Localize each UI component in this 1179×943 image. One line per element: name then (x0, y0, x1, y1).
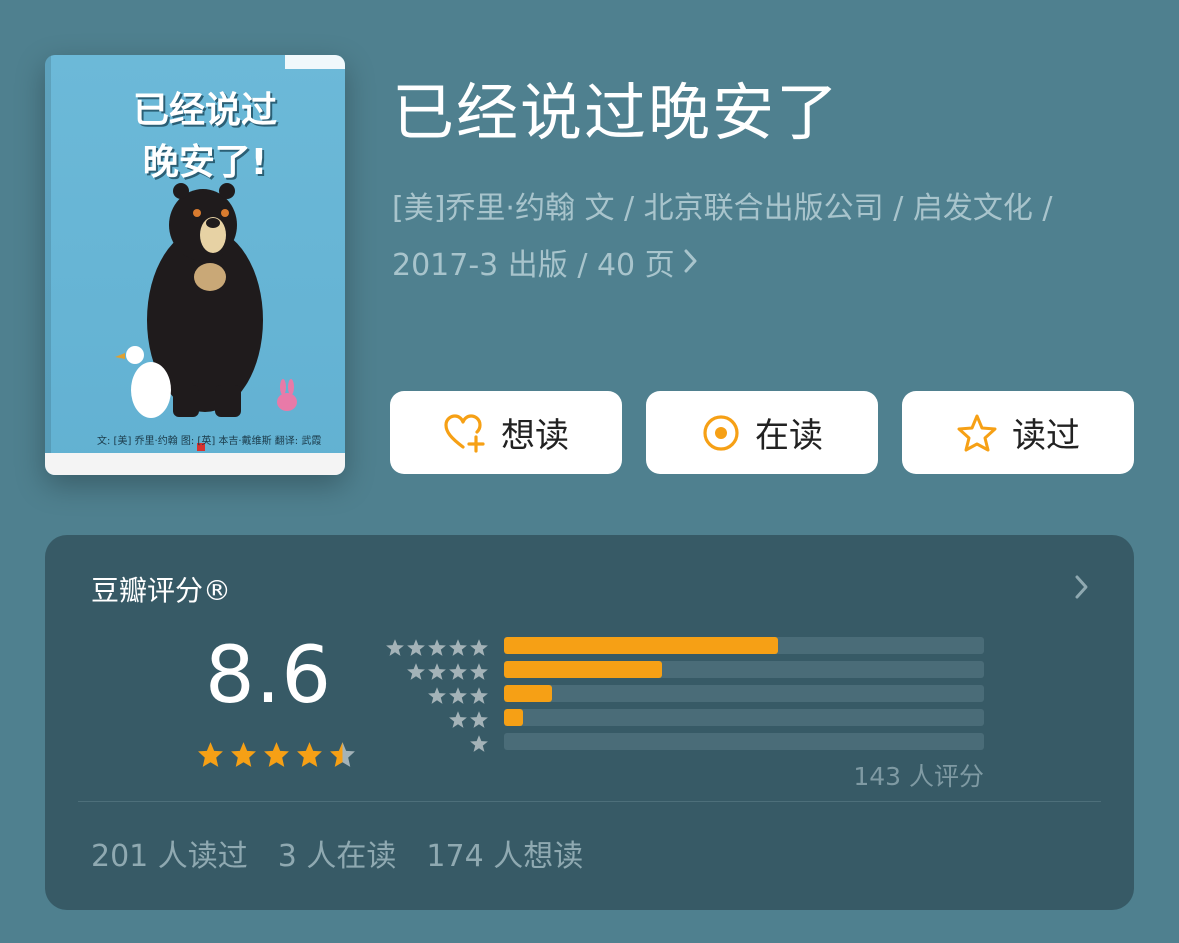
rating-stars (195, 740, 358, 773)
read-button[interactable]: 读过 (902, 391, 1134, 474)
target-circle-icon (701, 413, 741, 453)
star-icon (327, 740, 358, 773)
book-cover[interactable]: 已经说过 晚安了! 文: [美] 乔里·约翰 图: [英] 本吉·戴维斯 翻译:… (45, 55, 345, 475)
rating-score: 8.6 (205, 631, 333, 721)
star-levels (385, 635, 489, 755)
reading-label: 在读 (755, 416, 823, 456)
star-level-3 (385, 683, 489, 707)
want-to-read-button[interactable]: 想读 (390, 391, 622, 474)
reading-count[interactable]: 3 人在读 (278, 831, 397, 875)
rating-bar-fill (504, 661, 663, 678)
raters-count: 143 人评分 (853, 762, 984, 791)
rating-title: 豆瓣评分® (91, 574, 232, 607)
rating-bar-4-star (504, 661, 984, 678)
book-title: 已经说过晚安了 (392, 76, 841, 149)
reader-stats: 201 人读过 3 人在读 174 人想读 (91, 831, 583, 875)
read-count[interactable]: 201 人读过 (91, 831, 248, 875)
chevron-right-icon (683, 237, 699, 294)
star-level-1 (385, 731, 489, 755)
cover-bottom-edge (45, 453, 345, 475)
star-icon (228, 740, 259, 773)
want-count[interactable]: 174 人想读 (426, 831, 583, 875)
meta-line-2-text: 2017-3 出版 / 40 页 (392, 248, 675, 283)
rating-bar-fill (504, 685, 552, 702)
rating-bar-fill (504, 637, 778, 654)
rating-bar-3-star (504, 685, 984, 702)
rating-bar-2-star (504, 709, 984, 726)
star-icon (294, 740, 325, 773)
rating-bar-5-star (504, 637, 984, 654)
star-icon (195, 740, 226, 773)
bear-illustration (115, 183, 297, 451)
star-level-2 (385, 707, 489, 731)
star-level-4 (385, 659, 489, 683)
cover-credits: 文: [美] 乔里·约翰 图: [英] 本吉·戴维斯 翻译: 武霞 (97, 436, 322, 447)
rating-panel[interactable]: 豆瓣评分® 8.6 143 人评分 201 人读过 3 人在读 174 人想读 (45, 535, 1134, 910)
meta-line-1: [美]乔里·约翰 文 / 北京联合出版公司 / 启发文化 / (392, 191, 1053, 226)
chevron-right-icon[interactable] (1074, 573, 1090, 605)
star-outline-icon (956, 413, 998, 453)
read-label: 读过 (1012, 416, 1080, 456)
rating-distribution (504, 637, 984, 757)
heart-plus-icon (443, 413, 487, 453)
book-meta[interactable]: [美]乔里·约翰 文 / 北京联合出版公司 / 启发文化 / 2017-3 出版… (392, 180, 1152, 294)
meta-line-2: 2017-3 出版 / 40 页 (392, 237, 1152, 294)
rating-bar-1-star (504, 733, 984, 750)
divider (78, 801, 1101, 802)
star-level-5 (385, 635, 489, 659)
want-to-read-label: 想读 (501, 416, 569, 456)
reading-button[interactable]: 在读 (646, 391, 878, 474)
star-icon (261, 740, 292, 773)
rating-bar-fill (504, 709, 524, 726)
